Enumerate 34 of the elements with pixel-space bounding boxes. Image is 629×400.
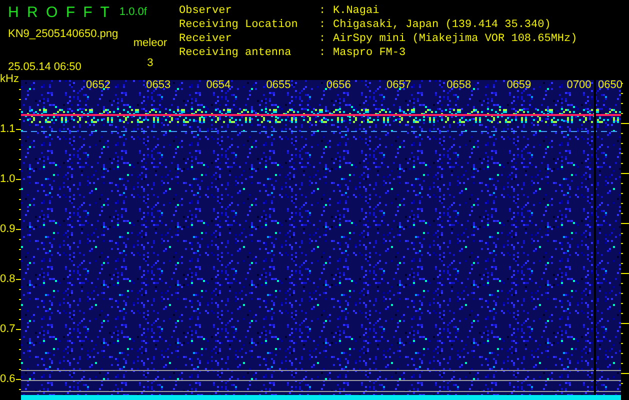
info-separator: : bbox=[319, 46, 327, 60]
axis-label: 1.0 bbox=[0, 172, 16, 186]
file-name: KN9_2505140650.png bbox=[8, 27, 118, 42]
info-separator: : bbox=[319, 18, 327, 32]
time-label: 0656 bbox=[326, 79, 351, 92]
time-label: 0700 bbox=[566, 79, 592, 92]
time-label: 0655 bbox=[266, 79, 291, 92]
time-label: 0654 bbox=[206, 79, 231, 92]
info-label: Receiving antenna bbox=[179, 46, 292, 60]
info-separator: : bbox=[319, 32, 327, 46]
axis-label: 0.6 bbox=[0, 372, 16, 386]
timestamp: 25.05.14 06:50 bbox=[8, 60, 82, 74]
info-value: AirSpy mini (Miakejima VOR 108.65MHz) bbox=[333, 32, 578, 46]
meteor-count: 3 bbox=[147, 56, 154, 71]
info-value: Maspro FM-3 bbox=[333, 46, 406, 60]
app-title: H R O F F T bbox=[8, 4, 112, 22]
axis-label: 0.7 bbox=[0, 322, 16, 336]
info-label: Observer bbox=[179, 4, 233, 18]
axis-label: 1.1 bbox=[0, 122, 16, 136]
info-separator: : bbox=[319, 4, 327, 18]
info-label: Receiving Location bbox=[179, 18, 299, 32]
time-label: 0650 bbox=[598, 79, 622, 92]
time-label: 0653 bbox=[146, 79, 171, 92]
info-label: Receiver bbox=[179, 32, 233, 46]
info-value: K.Nagai bbox=[333, 4, 380, 18]
version-label: 1.0.0f bbox=[119, 5, 147, 20]
time-label: 0652 bbox=[86, 79, 110, 92]
axis-label: 0.9 bbox=[0, 222, 16, 236]
info-value: Chigasaki, Japan (139.414 35.340) bbox=[333, 18, 551, 32]
count-label: meleor bbox=[133, 36, 167, 50]
time-label: 0657 bbox=[386, 79, 411, 92]
axis-label: 0.8 bbox=[0, 272, 16, 286]
axis-unit: kHz bbox=[0, 72, 20, 86]
time-label: 0658 bbox=[446, 79, 472, 92]
